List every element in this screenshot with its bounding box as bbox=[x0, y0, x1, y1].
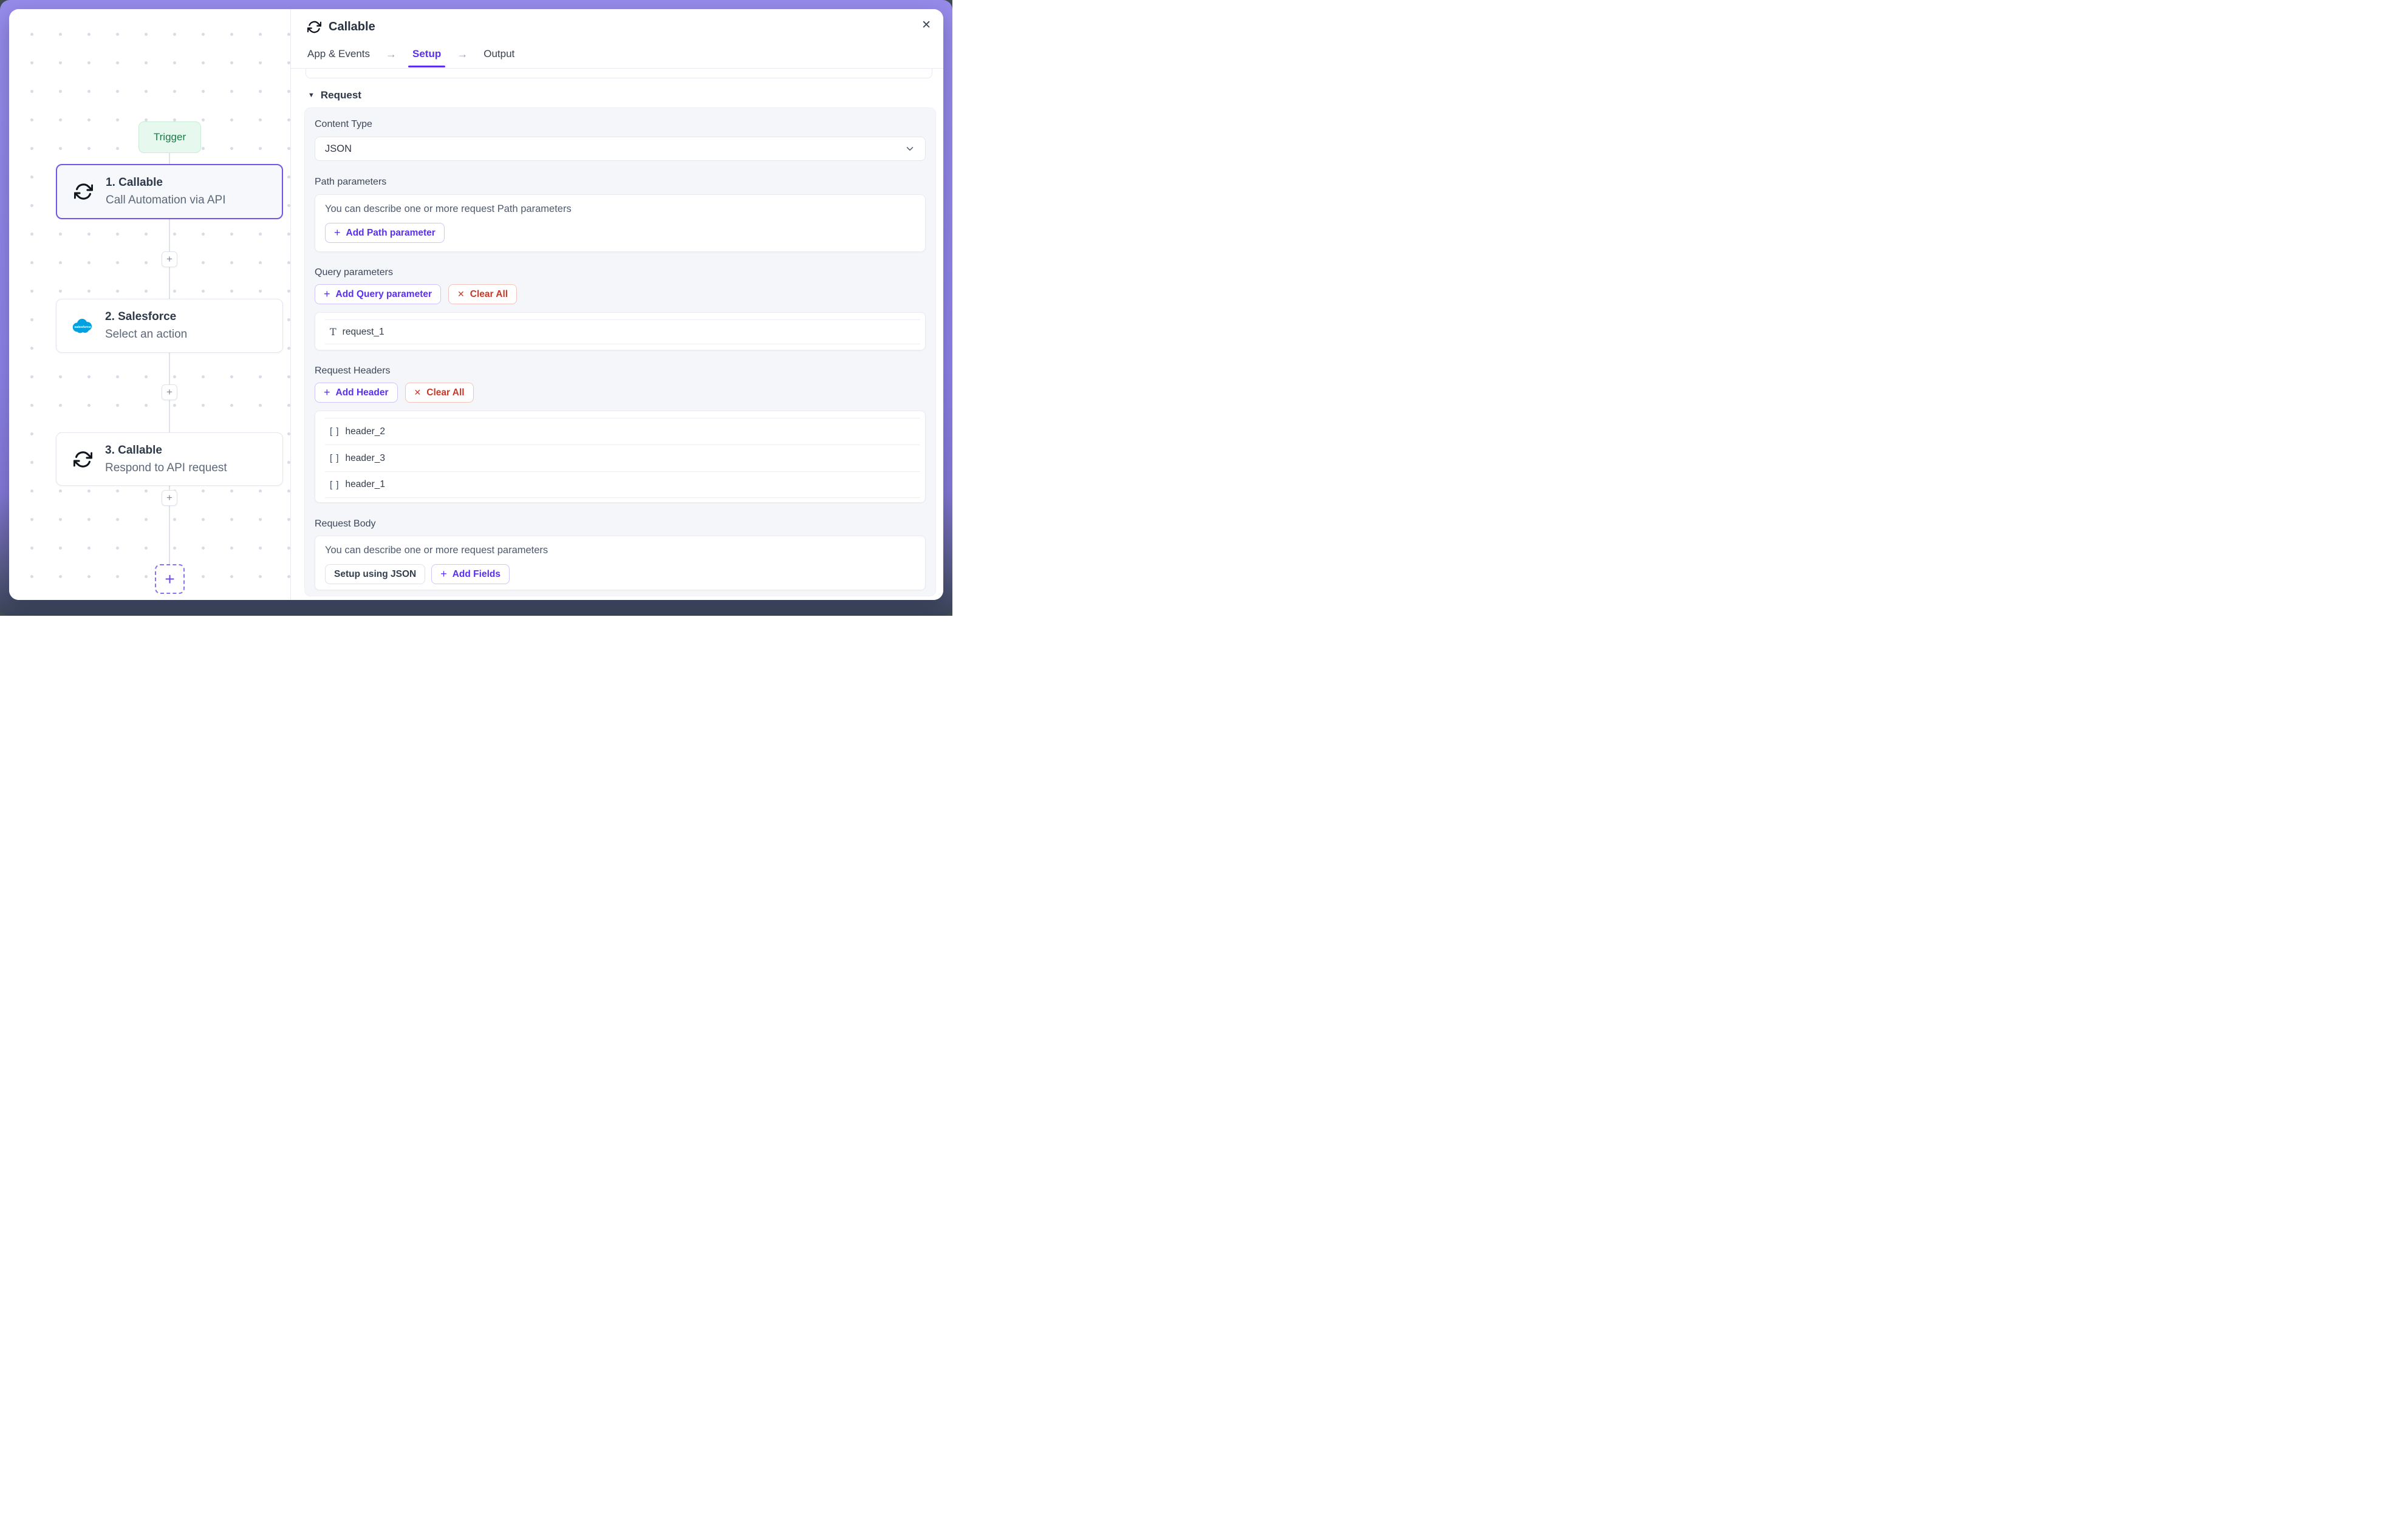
tab-app-events[interactable]: App & Events bbox=[307, 48, 370, 60]
query-parameters-list: T request_1 bbox=[315, 312, 926, 350]
plus-icon: + bbox=[165, 570, 174, 589]
caret-down-icon: ▼ bbox=[308, 92, 315, 99]
plus-icon: + bbox=[324, 386, 330, 399]
request-body-label: Request Body bbox=[315, 519, 376, 530]
plus-icon: + bbox=[166, 253, 173, 265]
path-parameters-box: You can describe one or more request Pat… bbox=[315, 194, 926, 252]
add-query-parameter-button[interactable]: + Add Query parameter bbox=[315, 284, 441, 304]
scrolled-field-partial bbox=[306, 69, 932, 78]
node-title: 2. Salesforce bbox=[105, 310, 187, 324]
sync-icon bbox=[307, 20, 321, 34]
tab-setup[interactable]: Setup bbox=[412, 48, 441, 60]
sync-icon bbox=[72, 182, 95, 201]
header-name: header_1 bbox=[346, 479, 386, 490]
trigger-node[interactable]: Trigger bbox=[138, 121, 201, 153]
button-label: Add Query parameter bbox=[336, 289, 432, 300]
header-row[interactable]: [ ] header_2 bbox=[325, 418, 920, 445]
request-section-card: Content Type JSON Path parameters You ca… bbox=[304, 107, 936, 596]
header-row[interactable]: [ ] header_3 bbox=[325, 445, 920, 471]
add-step-button-1[interactable]: + bbox=[162, 251, 177, 267]
plus-icon: + bbox=[166, 386, 173, 398]
node-subtitle: Respond to API request bbox=[105, 462, 227, 475]
add-fields-button[interactable]: + Add Fields bbox=[431, 564, 510, 584]
panel-header: Callable ✕ App & Events → Setup → Output bbox=[291, 9, 943, 69]
header-name: header_2 bbox=[346, 426, 386, 437]
array-type-icon: [ ] bbox=[330, 453, 340, 463]
salesforce-icon: salesforce bbox=[71, 317, 94, 335]
header-name: header_3 bbox=[346, 453, 386, 464]
close-icon[interactable]: ✕ bbox=[921, 18, 931, 32]
query-parameter-row[interactable]: T request_1 bbox=[325, 319, 920, 344]
plus-icon: + bbox=[166, 492, 173, 504]
request-body-description: You can describe one or more request par… bbox=[325, 545, 915, 556]
add-step-button-3[interactable]: + bbox=[162, 490, 177, 506]
plus-icon: + bbox=[334, 227, 341, 239]
setup-using-json-button[interactable]: Setup using JSON bbox=[325, 564, 425, 584]
array-type-icon: [ ] bbox=[330, 426, 340, 437]
node-subtitle: Select an action bbox=[105, 328, 187, 341]
button-label: Add Fields bbox=[453, 569, 500, 580]
node-1-callable[interactable]: 1. Callable Call Automation via API bbox=[56, 164, 283, 219]
button-label: Add Header bbox=[336, 387, 389, 398]
content-type-select[interactable]: JSON bbox=[315, 137, 926, 161]
request-body-box: You can describe one or more request par… bbox=[315, 536, 926, 590]
query-parameters-actions: + Add Query parameter ✕ Clear All bbox=[315, 284, 517, 304]
screen: Trigger 1. Callable Call Automation via … bbox=[0, 0, 952, 616]
chevron-down-icon bbox=[904, 143, 915, 154]
clear-x-icon: ✕ bbox=[457, 289, 465, 299]
query-parameters-label: Query parameters bbox=[315, 267, 393, 278]
request-headers-label: Request Headers bbox=[315, 366, 391, 376]
plus-icon: + bbox=[324, 288, 330, 301]
step-config-panel: Callable ✕ App & Events → Setup → Output… bbox=[291, 9, 943, 600]
add-header-button[interactable]: + Add Header bbox=[315, 383, 398, 403]
add-path-parameter-button[interactable]: + Add Path parameter bbox=[325, 223, 445, 243]
content-type-label: Content Type bbox=[315, 119, 372, 130]
clear-all-headers-button[interactable]: ✕ Clear All bbox=[405, 383, 474, 403]
path-parameters-description: You can describe one or more request Pat… bbox=[325, 203, 915, 215]
arrow-right-icon: → bbox=[386, 48, 397, 61]
node-title: 1. Callable bbox=[106, 176, 226, 189]
query-parameter-name: request_1 bbox=[343, 327, 384, 338]
sync-icon bbox=[71, 450, 94, 469]
trigger-label: Trigger bbox=[154, 131, 186, 143]
array-type-icon: [ ] bbox=[330, 480, 340, 490]
clear-x-icon: ✕ bbox=[414, 387, 422, 398]
add-step-button-2[interactable]: + bbox=[162, 384, 177, 400]
clear-all-query-button[interactable]: ✕ Clear All bbox=[448, 284, 517, 304]
app-window: Trigger 1. Callable Call Automation via … bbox=[9, 9, 943, 600]
node-title: 3. Callable bbox=[105, 444, 227, 457]
node-2-salesforce[interactable]: salesforce 2. Salesforce Select an actio… bbox=[56, 299, 283, 353]
text-type-icon: T bbox=[330, 326, 336, 338]
node-subtitle: Call Automation via API bbox=[106, 194, 226, 207]
arrow-right-icon: → bbox=[457, 48, 468, 61]
salesforce-logo-text: salesforce bbox=[74, 325, 91, 329]
content-type-value: JSON bbox=[325, 143, 352, 155]
plus-icon: + bbox=[440, 568, 447, 581]
request-section-title: Request bbox=[321, 89, 361, 101]
button-label: Clear All bbox=[470, 289, 508, 300]
path-parameters-label: Path parameters bbox=[315, 177, 386, 188]
add-final-step-button[interactable]: + bbox=[155, 564, 185, 594]
request-headers-actions: + Add Header ✕ Clear All bbox=[315, 383, 474, 403]
button-label: Setup using JSON bbox=[334, 569, 416, 580]
request-section-toggle[interactable]: ▼ Request bbox=[308, 89, 361, 101]
step-tabs: App & Events → Setup → Output bbox=[307, 46, 943, 62]
request-headers-list: [ ] header_2 [ ] header_3 [ ] header_1 bbox=[315, 411, 926, 503]
node-3-callable[interactable]: 3. Callable Respond to API request bbox=[56, 432, 283, 486]
tab-output[interactable]: Output bbox=[483, 48, 514, 60]
button-label: Add Path parameter bbox=[346, 228, 436, 239]
panel-title: Callable bbox=[329, 20, 375, 34]
panel-scroll-area[interactable]: ▼ Request Content Type JSON Path paramet… bbox=[291, 69, 943, 600]
workflow-canvas[interactable]: Trigger 1. Callable Call Automation via … bbox=[9, 9, 291, 600]
button-label: Clear All bbox=[426, 387, 464, 398]
header-row[interactable]: [ ] header_1 bbox=[325, 471, 920, 498]
